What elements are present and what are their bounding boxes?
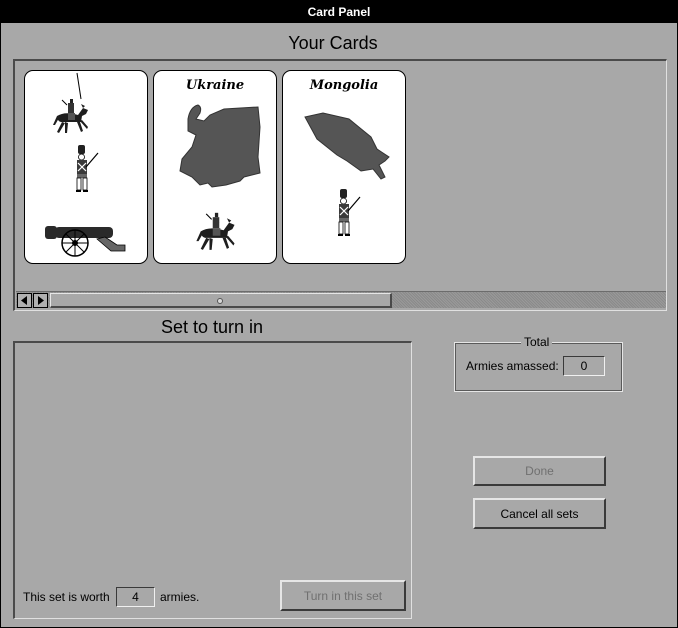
your-cards-heading: Your Cards <box>288 33 378 53</box>
set-worth-suffix: armies. <box>160 590 200 604</box>
armies-amassed-value: 0 <box>563 356 605 376</box>
turn-in-set-button[interactable]: Turn in this set <box>280 580 406 611</box>
total-legend: Total <box>521 335 553 349</box>
window-title: Card Panel <box>1 1 677 23</box>
scrollbar-thumb[interactable] <box>50 293 392 308</box>
card-1[interactable] <box>24 70 148 264</box>
grip-icon <box>217 298 223 304</box>
set-worth-value: 4 <box>116 587 155 607</box>
cavalry-icon <box>195 212 236 251</box>
cards-area: Ukraine Mongolia <box>13 59 667 311</box>
set-worth-prefix: This set is worth <box>23 590 110 604</box>
lance-icon <box>76 72 82 100</box>
set-to-turn-in-heading: Set to turn in <box>160 317 264 337</box>
card-territory-name: Mongolia <box>309 78 379 93</box>
arrow-left-icon[interactable] <box>17 293 32 308</box>
card-3[interactable]: Mongolia <box>282 70 406 264</box>
card-panel-window: Card Panel Your Cards Ukraine Mongolia S… <box>0 0 678 628</box>
card-2[interactable]: Ukraine <box>153 70 277 264</box>
cancel-all-sets-button[interactable]: Cancel all sets <box>473 498 606 529</box>
arrow-right-icon[interactable] <box>33 293 48 308</box>
armies-amassed-label: Armies amassed: <box>466 359 559 373</box>
total-group: Total Armies amassed: 0 <box>454 335 623 392</box>
artillery-icon <box>44 225 126 257</box>
set-area: This set is worth 4 armies. Turn in this… <box>13 341 412 619</box>
mongolia-territory-icon <box>304 112 390 180</box>
done-button[interactable]: Done <box>473 456 606 486</box>
cards-scrollbar[interactable] <box>16 291 666 308</box>
card-territory-name: Ukraine <box>185 78 245 93</box>
ukraine-territory-icon <box>179 104 261 188</box>
infantry-icon <box>337 188 361 237</box>
infantry-icon <box>75 144 99 193</box>
